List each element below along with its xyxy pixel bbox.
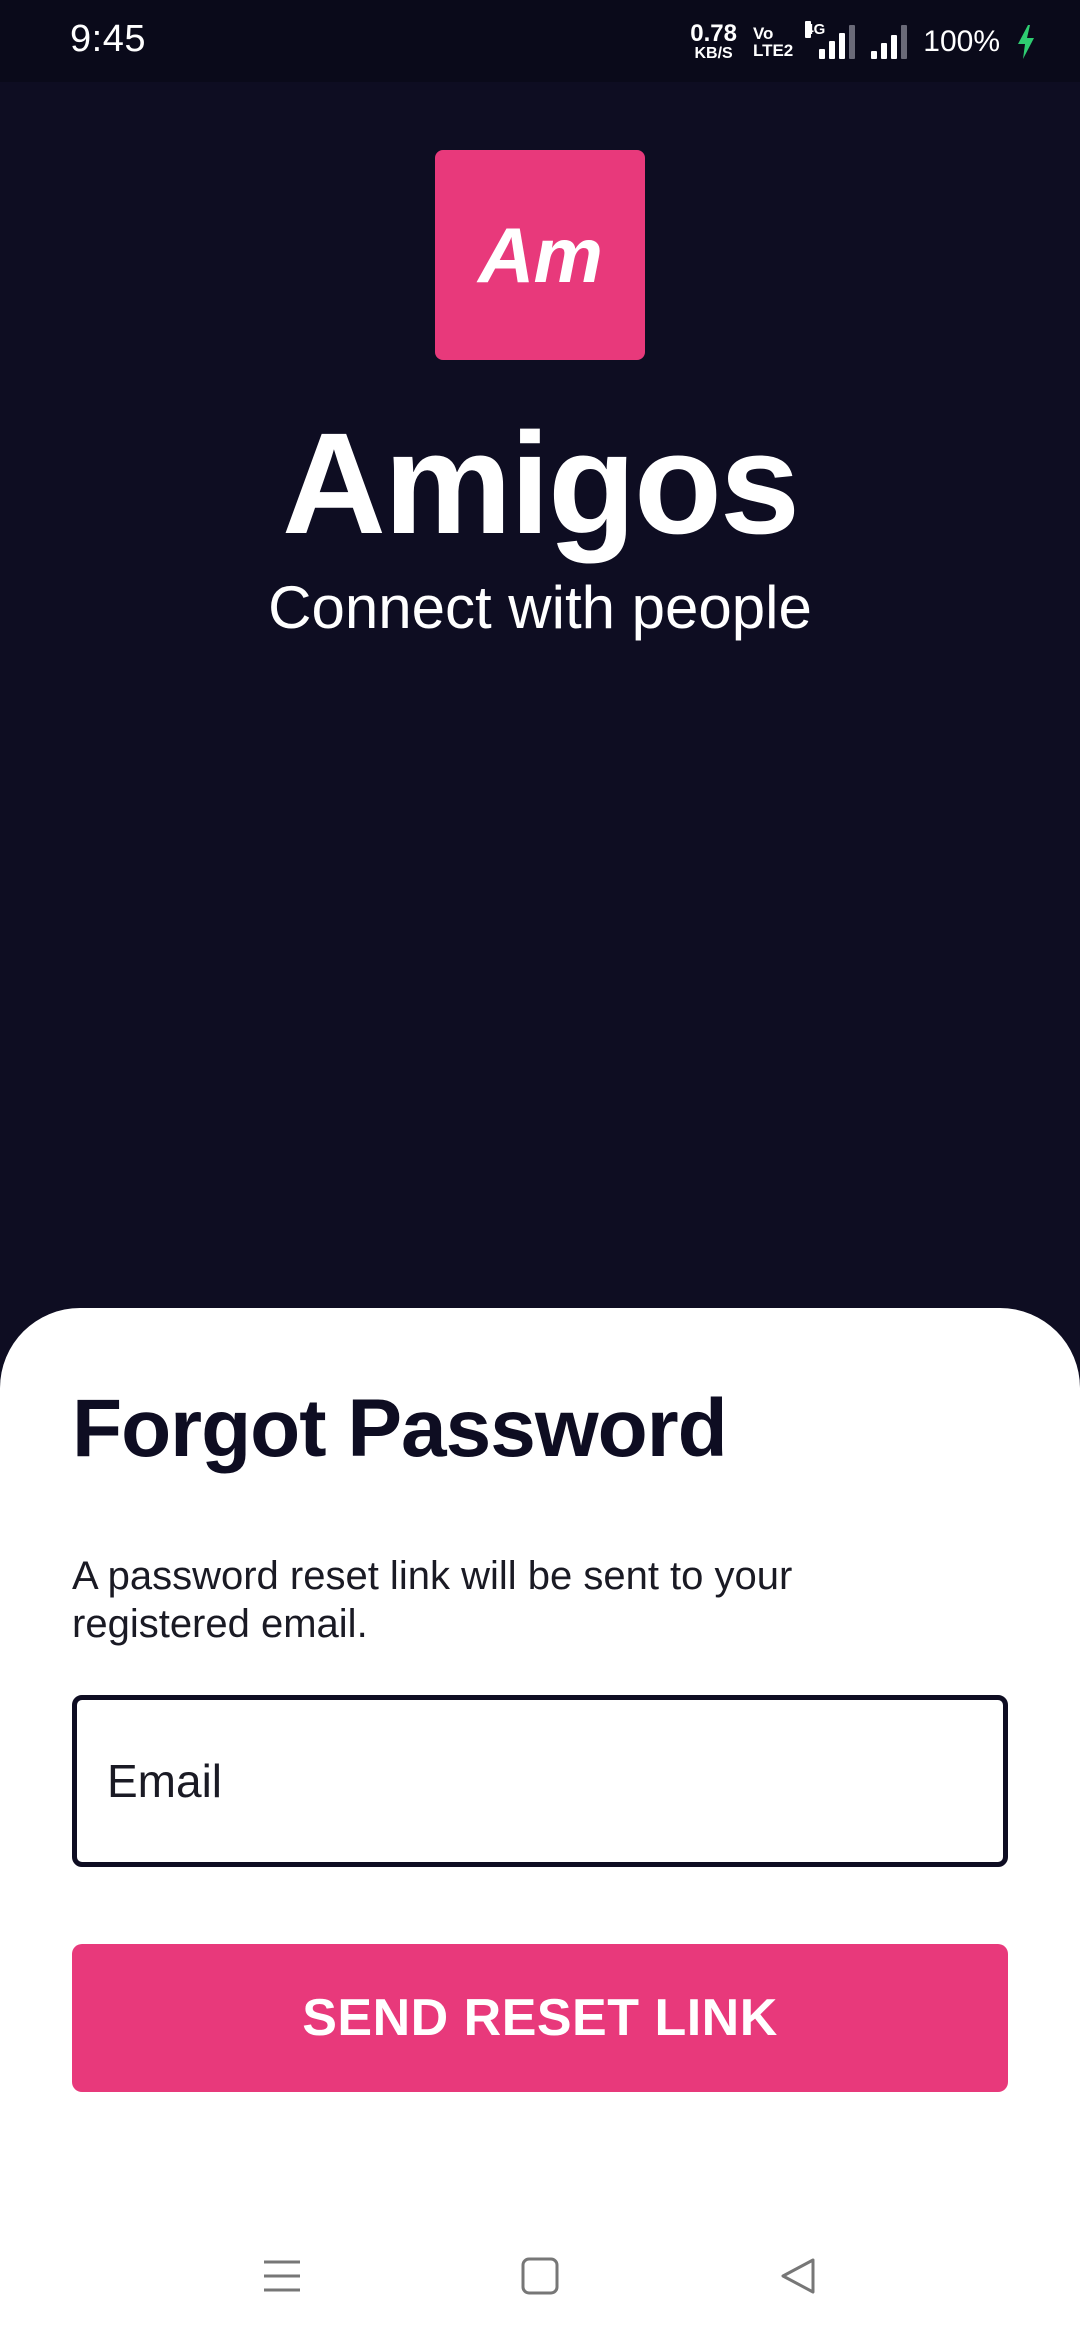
app-logo: Am [435,150,645,360]
network-speed: 0.78 KB/S [690,22,737,62]
send-reset-link-button[interactable]: SEND RESET LINK [72,1944,1008,2092]
status-icons: 0.78 KB/S Vo LTE2 4G 100% [690,18,1036,66]
menu-icon[interactable] [252,2246,312,2306]
page-title: Forgot Password [72,1383,728,1474]
signal-icon [871,25,908,59]
network-speed-value: 0.78 [690,20,737,47]
signal-4g-icon: 4G [805,21,856,59]
volte-icon: Vo LTE2 [753,25,793,59]
reset-description: A password reset link will be sent to yo… [72,1554,793,1646]
network-type: 4G [805,21,826,38]
email-field[interactable] [77,1700,1003,1862]
network-speed-unit: KB/S [694,45,733,62]
status-bar: 9:45 0.78 KB/S Vo LTE2 4G 100% [0,0,1080,82]
volte-line2: LTE2 [752,41,794,60]
app-tagline: Connect with people [268,574,812,641]
email-field-container [72,1695,1008,1867]
volte-line1: Vo [752,24,774,43]
charging-bolt-icon [1018,25,1034,59]
system-nav-bar [0,2220,1080,2340]
battery-level: 100% [923,25,1000,58]
home-square-icon[interactable] [510,2246,570,2306]
status-time: 9:45 [70,18,146,60]
back-triangle-icon[interactable] [768,2246,828,2306]
app-title: Amigos [281,403,800,564]
logo-text: Am [478,210,603,299]
